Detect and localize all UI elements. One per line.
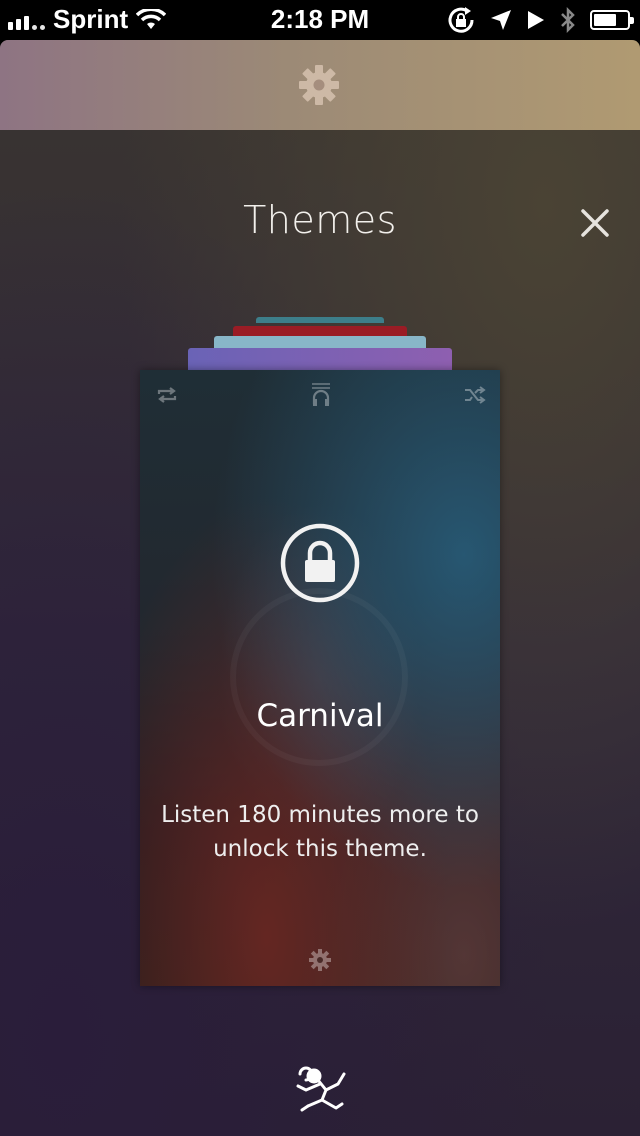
play-icon [528,11,544,29]
status-bar: Sprint 2:18 PM [0,0,640,40]
lock-icon [280,523,360,603]
theme-card-stacked[interactable] [256,317,384,323]
bluetooth-icon [561,6,575,34]
headphone-icon [312,383,330,406]
theme-card-stacked[interactable] [188,348,452,372]
gear-icon[interactable] [298,64,340,106]
theme-card[interactable]: Carnival Listen 180 minutes more to unlo… [140,370,500,986]
gear-icon [309,949,331,971]
monkey-logo-icon [296,1066,346,1112]
card-ring [230,588,408,766]
header-bar [0,40,640,130]
page-title: Themes [243,198,397,242]
battery-icon [590,10,634,30]
close-icon[interactable] [578,206,612,240]
repeat-icon [157,387,177,403]
shuffle-icon [465,386,486,404]
status-right [446,6,634,34]
rotation-lock-icon [448,7,474,33]
unlock-message: Listen 180 minutes more to unlock this t… [161,802,479,862]
location-icon [491,10,511,30]
theme-name: Carnival [256,698,384,734]
app-screen: Themes Carnival Listen 180 minutes more … [0,40,640,1136]
